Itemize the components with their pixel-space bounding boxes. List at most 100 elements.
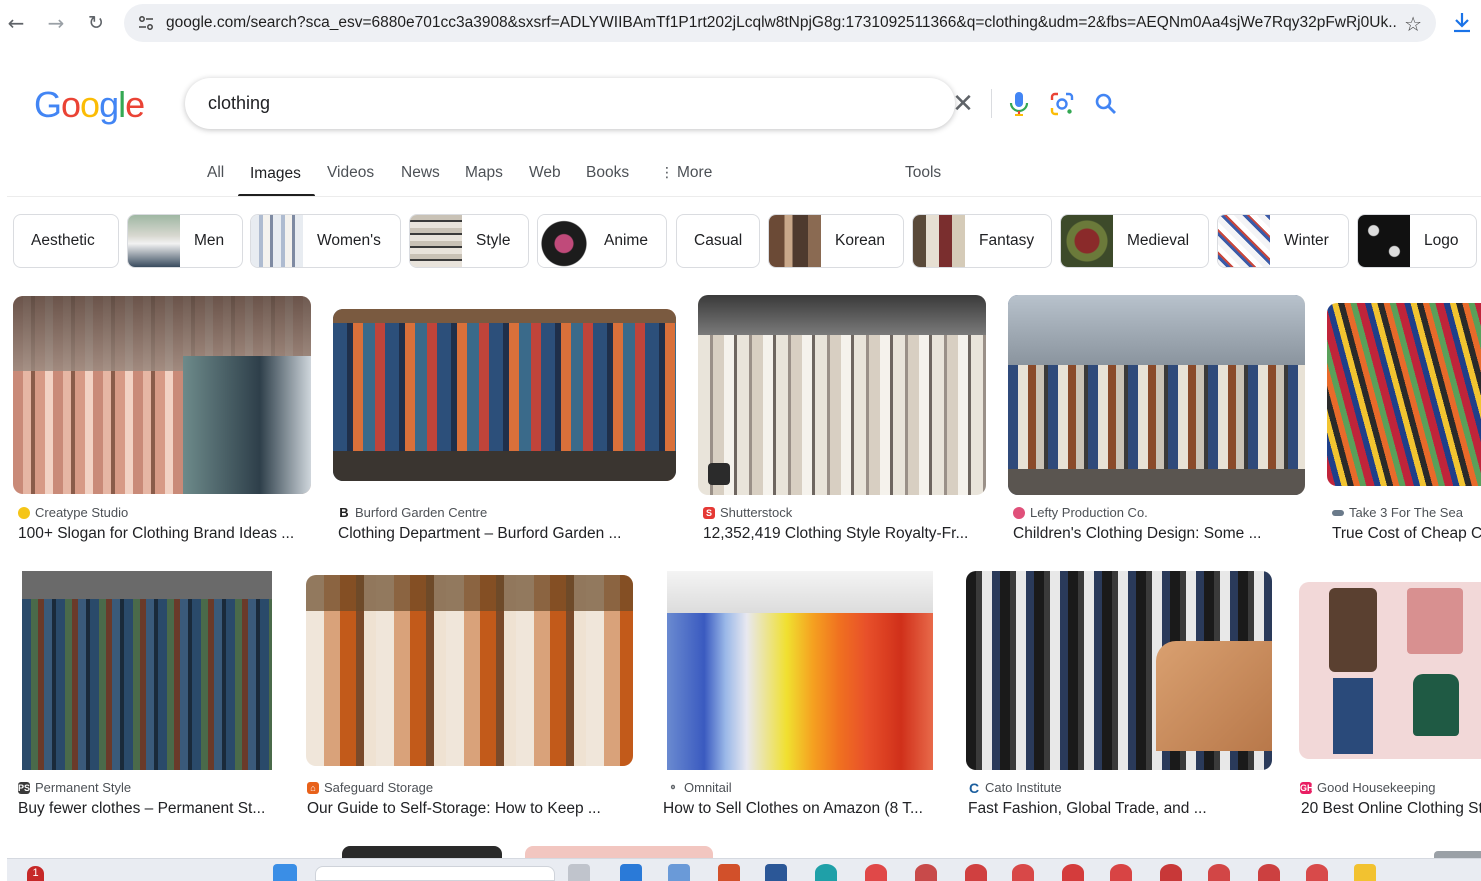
result-title[interactable]: Our Guide to Self-Storage: How to Keep .… — [307, 800, 637, 818]
chrome-profile-icon[interactable] — [1306, 864, 1328, 881]
chip-thumbnail — [769, 215, 821, 267]
chip-thumbnail — [913, 215, 965, 267]
clear-icon[interactable]: ✕ — [949, 89, 977, 119]
tools-button[interactable]: Tools — [905, 164, 941, 182]
source-favicon: ⚬ — [668, 781, 678, 794]
result-image[interactable] — [306, 575, 633, 766]
tab-web[interactable]: Web — [529, 164, 561, 182]
chip-label: Winter — [1284, 232, 1329, 249]
result-image[interactable] — [13, 296, 311, 494]
result-image[interactable] — [1299, 582, 1481, 759]
chip-thumbnail — [128, 215, 180, 267]
address-bar[interactable]: google.com/search?sca_esv=6880e701cc3a39… — [124, 4, 1436, 42]
url-text[interactable]: google.com/search?sca_esv=6880e701cc3a39… — [166, 14, 1396, 32]
chip-casual[interactable]: Casual — [676, 214, 760, 268]
next-row-image[interactable] — [1434, 851, 1481, 858]
result-image[interactable] — [966, 571, 1272, 770]
chrome-profile-icon[interactable] — [1160, 864, 1182, 881]
chip-label: Aesthetic — [31, 232, 95, 249]
chrome-profile-icon[interactable] — [1012, 864, 1034, 881]
tab-all[interactable]: All — [207, 164, 224, 182]
result-image[interactable] — [333, 309, 676, 481]
forward-arrow-icon[interactable]: → — [36, 3, 76, 43]
next-row-image[interactable] — [342, 846, 502, 858]
chip-label: Casual — [694, 232, 743, 249]
result-title[interactable]: 100+ Slogan for Clothing Brand Ideas ... — [18, 525, 313, 543]
chip-fantasy[interactable]: Fantasy — [912, 214, 1052, 268]
logo-letter: g — [99, 84, 119, 125]
result-image[interactable] — [22, 571, 272, 770]
site-settings-icon[interactable] — [126, 4, 166, 42]
tab-news[interactable]: News — [401, 164, 440, 182]
powerpoint-icon[interactable] — [718, 864, 740, 881]
windows-start-icon[interactable] — [273, 864, 297, 881]
search-tabs: All Images Videos News Maps Web Books ⋮ … — [0, 152, 1481, 197]
result-title[interactable]: Children's Clothing Design: Some ... — [1013, 525, 1305, 543]
logo-letter: e — [125, 84, 145, 125]
chip-winter[interactable]: Winter — [1217, 214, 1349, 268]
chip-anime[interactable]: Anime — [537, 214, 667, 268]
result-title[interactable]: True Cost of Cheap Clothing — [1332, 525, 1481, 543]
chip-style[interactable]: Style — [409, 214, 529, 268]
app-icon[interactable] — [620, 864, 642, 881]
back-arrow-icon[interactable]: ← — [0, 3, 36, 43]
taskbar-search-box[interactable] — [315, 866, 555, 881]
source-favicon — [1013, 506, 1025, 519]
chrome-profile-icon[interactable] — [1110, 864, 1132, 881]
chrome-profile-icon[interactable] — [1062, 864, 1084, 881]
folder-icon[interactable] — [1354, 864, 1376, 881]
tab-images[interactable]: Images — [250, 165, 301, 183]
file-explorer-icon[interactable] — [568, 864, 590, 881]
logo-letter: o — [80, 84, 100, 125]
tabs-divider — [7, 196, 1481, 197]
word-icon[interactable] — [765, 864, 787, 881]
chip-womens[interactable]: Women's — [250, 214, 401, 268]
next-row-image[interactable] — [525, 846, 713, 858]
chip-label: Women's — [317, 232, 381, 249]
more-vertical-icon[interactable]: ⋮ — [660, 165, 674, 181]
result-title[interactable]: How to Sell Clothes on Amazon (8 T... — [663, 800, 938, 818]
tab-videos[interactable]: Videos — [327, 164, 374, 182]
google-logo[interactable]: Google — [34, 84, 145, 126]
reload-icon[interactable]: ↻ — [76, 3, 116, 43]
chip-label: Fantasy — [979, 232, 1035, 249]
result-image[interactable] — [1327, 303, 1481, 486]
result-title[interactable]: Clothing Department – Burford Garden ... — [338, 525, 638, 543]
result-source: Shutterstock — [720, 505, 793, 520]
search-box: ✕ — [185, 78, 1116, 129]
chrome-profile-icon[interactable] — [1208, 864, 1230, 881]
result-image[interactable] — [1008, 295, 1305, 495]
chip-thumbnail — [1218, 215, 1270, 267]
chrome-profile-icon[interactable] — [965, 864, 987, 881]
chrome-profile-icon[interactable] — [915, 864, 937, 881]
search-icon[interactable] — [1091, 89, 1121, 119]
result-image[interactable] — [698, 295, 986, 495]
download-icon[interactable] — [1450, 9, 1480, 39]
search-input[interactable] — [208, 91, 748, 115]
chip-label: Logo — [1424, 232, 1459, 249]
chip-logo[interactable]: Logo — [1357, 214, 1477, 268]
chip-korean[interactable]: Korean — [768, 214, 904, 268]
result-title[interactable]: 12,352,419 Clothing Style Royalty-Fr... — [703, 525, 986, 543]
result-title[interactable]: Buy fewer clothes – Permanent St... — [18, 800, 280, 818]
chip-men[interactable]: Men — [127, 214, 243, 268]
notification-badge[interactable]: 1 — [27, 866, 44, 881]
chip-thumbnail — [1061, 215, 1113, 267]
logo-letter: o — [61, 84, 81, 125]
chrome-profile-icon[interactable] — [1258, 864, 1280, 881]
result-title[interactable]: 20 Best Online Clothing Stores — [1301, 800, 1481, 818]
edge-icon[interactable] — [815, 864, 837, 881]
result-title[interactable]: Fast Fashion, Global Trade, and ... — [968, 800, 1268, 818]
chrome-profile-icon[interactable] — [865, 864, 887, 881]
chip-aesthetic[interactable]: Aesthetic — [13, 214, 119, 268]
image-badge-icon — [708, 463, 730, 485]
tab-more[interactable]: More — [677, 164, 712, 182]
microphone-icon[interactable] — [1005, 89, 1033, 119]
tab-books[interactable]: Books — [586, 164, 629, 182]
chip-medieval[interactable]: Medieval — [1060, 214, 1209, 268]
google-lens-icon[interactable] — [1047, 89, 1077, 119]
tab-maps[interactable]: Maps — [465, 164, 503, 182]
app-icon[interactable] — [668, 864, 690, 881]
result-image[interactable] — [667, 571, 933, 770]
bookmark-star-icon[interactable]: ☆ — [1404, 12, 1422, 36]
